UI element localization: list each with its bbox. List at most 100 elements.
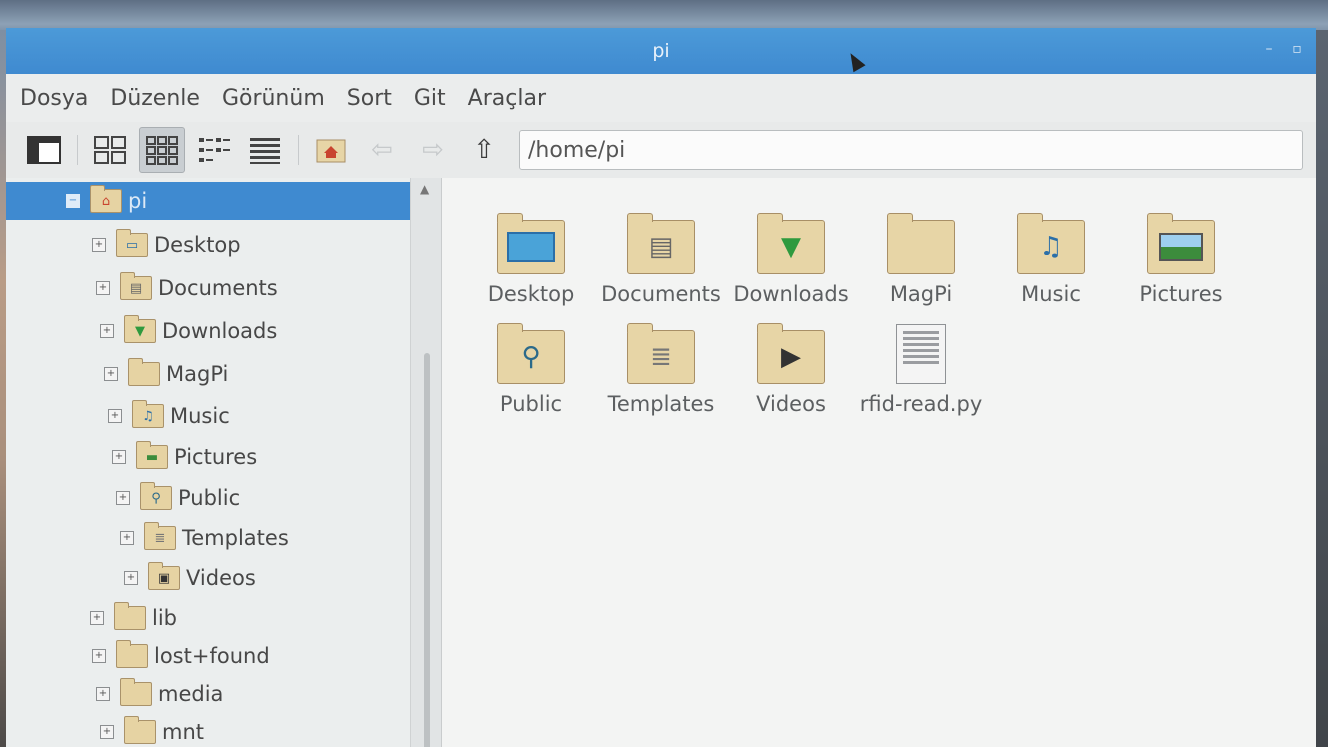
tree-item-label: Pictures: [174, 445, 258, 469]
expand-icon[interactable]: +: [100, 324, 114, 338]
menu-bar: Dosya Düzenle Görünüm Sort Git Araçlar: [6, 74, 1316, 122]
home-button[interactable]: [309, 128, 353, 172]
arrow-up-icon: ⇧: [473, 135, 495, 165]
tree-item-label: mnt: [162, 720, 204, 744]
view-small-icons-button[interactable]: [139, 127, 185, 173]
public-folder-icon: ⚲: [497, 323, 565, 384]
file-item-magpi[interactable]: MagPi: [856, 213, 986, 306]
title-bar[interactable]: pi – ▫: [6, 28, 1316, 74]
tree-item-public[interactable]: + ⚲ Public: [6, 479, 410, 517]
folder-icon: [128, 358, 160, 386]
file-item-label: MagPi: [889, 282, 953, 306]
tree-item-label: Music: [170, 404, 230, 428]
expand-icon[interactable]: +: [124, 571, 138, 585]
scrollbar-thumb[interactable]: [424, 353, 430, 747]
pictures-icon: ▬: [136, 441, 168, 469]
up-button[interactable]: ⇧: [462, 128, 506, 172]
music-icon: ♫: [132, 400, 164, 428]
content-area: − ⌂ pi + ▭ Desktop + ▤ Documents + ▼ Dow…: [6, 178, 1316, 747]
expand-icon[interactable]: +: [104, 367, 118, 381]
view-large-icons-button[interactable]: [88, 128, 132, 172]
scroll-up-icon[interactable]: ▲: [420, 182, 429, 196]
back-button[interactable]: ⇦: [360, 128, 404, 172]
expand-icon[interactable]: +: [112, 450, 126, 464]
file-item-label: Templates: [607, 392, 715, 416]
menu-duzenle[interactable]: Düzenle: [110, 86, 200, 111]
tree-item-lib[interactable]: + lib: [6, 599, 410, 637]
download-icon: ▼: [124, 315, 156, 343]
expand-icon[interactable]: +: [90, 611, 104, 625]
file-manager-window: pi – ▫ Dosya Düzenle Görünüm Sort Git Ar…: [6, 28, 1316, 747]
sidebar-toggle-button[interactable]: [22, 128, 66, 172]
home-folder-icon: [316, 139, 346, 163]
view-list-button[interactable]: [243, 128, 287, 172]
menu-araclar[interactable]: Araçlar: [468, 86, 546, 111]
view-compact-button[interactable]: [192, 128, 236, 172]
file-item-label: Desktop: [487, 282, 575, 306]
toolbar-separator: [77, 135, 78, 165]
home-icon: ⌂: [90, 185, 122, 213]
tree-item-label: media: [158, 682, 224, 706]
expand-icon[interactable]: +: [108, 409, 122, 423]
tree-item-documents[interactable]: + ▤ Documents: [6, 269, 410, 307]
compact-view-icon: [199, 138, 230, 162]
templates-folder-icon: ≣: [627, 323, 695, 384]
file-item-public[interactable]: ⚲ Public: [466, 323, 596, 416]
toolbar-separator: [298, 135, 299, 165]
expand-icon[interactable]: +: [116, 491, 130, 505]
tree-item-templates[interactable]: + ≣ Templates: [6, 519, 410, 557]
large-icons-view-icon: [94, 136, 126, 164]
file-item-label: Public: [499, 392, 563, 416]
minimize-icon[interactable]: –: [1262, 42, 1276, 56]
tree-item-label: MagPi: [166, 362, 229, 386]
tree-item-mnt[interactable]: + mnt: [6, 713, 410, 747]
collapse-icon[interactable]: −: [66, 194, 80, 208]
tree-item-downloads[interactable]: + ▼ Downloads: [6, 312, 410, 350]
maximize-icon[interactable]: ▫: [1290, 42, 1304, 56]
tree-item-music[interactable]: + ♫ Music: [6, 397, 410, 435]
file-item-music[interactable]: ♫ Music: [986, 213, 1116, 306]
sidebar-toggle-icon: [27, 136, 61, 164]
folder-icon: [114, 602, 146, 630]
file-item-pictures[interactable]: Pictures: [1116, 213, 1246, 306]
pictures-folder-icon: [1147, 213, 1215, 274]
tree-item-desktop[interactable]: + ▭ Desktop: [6, 226, 410, 264]
expand-icon[interactable]: +: [100, 725, 114, 739]
toolbar: ⇦ ⇨ ⇧ /home/pi: [6, 122, 1316, 179]
folder-icon: [887, 213, 955, 274]
file-item-documents[interactable]: ▤ Documents: [596, 213, 726, 306]
expand-icon[interactable]: +: [92, 649, 106, 663]
file-item-rfid-read[interactable]: rfid-read.py: [856, 324, 986, 416]
expand-icon[interactable]: +: [96, 281, 110, 295]
file-item-downloads[interactable]: ▼ Downloads: [726, 213, 856, 306]
menu-sort[interactable]: Sort: [347, 86, 392, 111]
tree-item-videos[interactable]: + ▣ Videos: [6, 559, 410, 597]
folder-icon: [116, 640, 148, 668]
address-path: /home/pi: [528, 137, 626, 163]
forward-button[interactable]: ⇨: [411, 128, 455, 172]
file-view: Desktop ▤ Documents ▼ Downloads MagPi ♫ …: [442, 178, 1316, 747]
folder-icon: [120, 678, 152, 706]
arrow-right-icon: ⇨: [422, 135, 444, 165]
tree-item-magpi[interactable]: + MagPi: [6, 355, 410, 393]
expand-icon[interactable]: +: [120, 531, 134, 545]
file-item-desktop[interactable]: Desktop: [466, 213, 596, 306]
tree-item-lost-found[interactable]: + lost+found: [6, 637, 410, 675]
expand-icon[interactable]: +: [96, 687, 110, 701]
menu-dosya[interactable]: Dosya: [20, 86, 88, 111]
tree-item-media[interactable]: + media: [6, 675, 410, 713]
tree-item-pi[interactable]: − ⌂ pi: [6, 182, 410, 220]
documents-folder-icon: ▤: [627, 213, 695, 274]
tree-item-label: lib: [152, 606, 177, 630]
expand-icon[interactable]: +: [92, 238, 106, 252]
tree-item-pictures[interactable]: + ▬ Pictures: [6, 438, 410, 476]
menu-git[interactable]: Git: [414, 86, 446, 111]
file-item-label: Videos: [756, 392, 826, 416]
sidebar-scrollbar[interactable]: ▲: [411, 178, 442, 747]
address-bar[interactable]: /home/pi: [519, 130, 1303, 170]
file-item-videos[interactable]: ▶ Videos: [726, 323, 856, 416]
file-item-templates[interactable]: ≣ Templates: [596, 323, 726, 416]
tree-item-label: Downloads: [162, 319, 278, 343]
menu-gorunum[interactable]: Görünüm: [222, 86, 325, 111]
music-folder-icon: ♫: [1017, 213, 1085, 274]
